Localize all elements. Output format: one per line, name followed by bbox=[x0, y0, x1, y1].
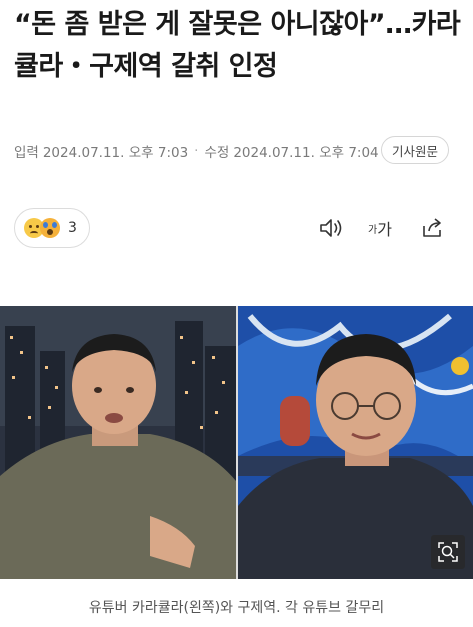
published-time: 2024.07.11. 오후 7:03 bbox=[42, 145, 189, 161]
published-label: 입력 bbox=[14, 145, 39, 161]
modified-time: 2024.07.11. 오후 7:04 bbox=[233, 145, 379, 161]
speaker-icon[interactable] bbox=[318, 216, 344, 240]
article-headline: “돈 좀 받은 게 잘못은 아니잖아”…카라큘라・구제역 갈취 인정 bbox=[14, 9, 461, 82]
reaction-button[interactable]: 3 bbox=[14, 208, 90, 248]
reaction-count: 3 bbox=[68, 220, 77, 236]
font-small-glyph: 가 bbox=[368, 224, 378, 236]
photo-illustration bbox=[0, 306, 473, 579]
font-size-icon[interactable]: 가가 bbox=[368, 216, 392, 240]
font-large-glyph: 가 bbox=[377, 220, 392, 239]
share-icon[interactable] bbox=[420, 216, 446, 240]
modified-label: 수정 bbox=[204, 145, 230, 161]
original-article-button[interactable]: 기사원문 bbox=[381, 136, 450, 164]
article-meta: 입력 2024.07.11. 오후 7:03 · 수정 2024.07.11. … bbox=[14, 136, 450, 164]
zoom-image-icon[interactable] bbox=[431, 535, 465, 569]
shocked-face-icon bbox=[40, 218, 60, 238]
meta-separator: · bbox=[194, 143, 199, 159]
photo-caption: 유튜버 카라큘라(왼쪽)와 구제역. 각 유튜브 갈무리 bbox=[88, 600, 385, 616]
article-photo[interactable] bbox=[0, 306, 473, 579]
